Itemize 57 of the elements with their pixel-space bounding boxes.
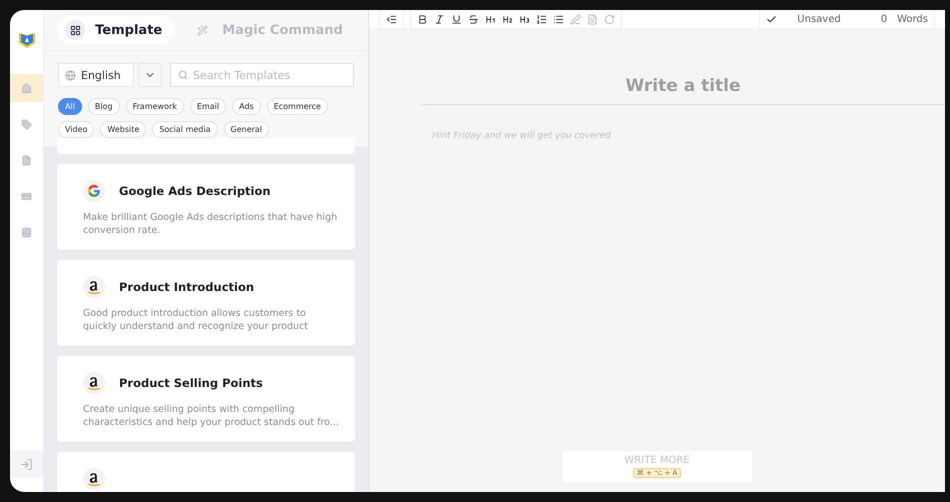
globe-icon bbox=[65, 70, 76, 80]
search-field[interactable]: Search Templates bbox=[170, 63, 354, 87]
words-label: Words bbox=[897, 14, 928, 24]
underline-icon[interactable] bbox=[451, 14, 462, 24]
category-chip[interactable]: Video bbox=[58, 121, 94, 138]
bold-icon[interactable] bbox=[417, 14, 428, 24]
template-description: Good product introduction allows customers to quickly understand and recognize your product bbox=[83, 307, 310, 333]
category-chip[interactable]: Ads bbox=[232, 98, 261, 115]
redo-icon[interactable] bbox=[604, 14, 615, 24]
category-chip[interactable]: Framework bbox=[126, 98, 184, 115]
pen-icon[interactable] bbox=[570, 14, 581, 24]
outdent-icon bbox=[386, 14, 397, 24]
category-chip[interactable]: Website bbox=[100, 121, 146, 138]
save-status: Unsaved bbox=[797, 14, 841, 24]
heading-3-icon[interactable] bbox=[519, 14, 530, 24]
amazon-logo-icon bbox=[87, 471, 101, 487]
category-chip[interactable]: Blog bbox=[88, 98, 120, 115]
bullet-list-icon[interactable] bbox=[553, 14, 564, 24]
grid-icon bbox=[70, 24, 81, 36]
amazon-logo-icon bbox=[87, 279, 101, 295]
template-title: Product Introduction bbox=[119, 280, 254, 294]
template-title: Google Ads Description bbox=[119, 184, 271, 198]
italic-icon[interactable] bbox=[434, 14, 445, 24]
template-card[interactable]: Product Selling Points Create unique selling points with compelling characteristics and help your product stands out fro... bbox=[57, 356, 355, 442]
template-description: Create unique selling points with compelling characteristics and help your product stands out fro... bbox=[83, 403, 340, 429]
template-card[interactable]: Product Introduction Good product introduction allows customers to quickly understand and recognize your product bbox=[57, 260, 355, 346]
shield-logo-icon bbox=[16, 30, 36, 50]
logout-button[interactable] bbox=[10, 450, 43, 478]
database-icon bbox=[21, 226, 32, 238]
category-chip[interactable]: Email bbox=[190, 98, 226, 115]
numbered-list-icon[interactable] bbox=[536, 14, 547, 24]
document-icon[interactable] bbox=[587, 14, 598, 24]
heading-2-icon[interactable] bbox=[502, 14, 513, 24]
check-icon bbox=[766, 14, 778, 24]
template-title: Product Selling Points bbox=[119, 376, 263, 390]
strikethrough-icon[interactable] bbox=[468, 14, 479, 24]
card-icon bbox=[21, 190, 32, 202]
template-card[interactable]: Google Ads Description Make brilliant Google Ads descriptions that have high conversion rate. bbox=[57, 164, 355, 250]
logout-icon bbox=[20, 458, 33, 470]
heading-1-icon[interactable] bbox=[485, 14, 496, 24]
template-description: Make brilliant Google Ads descriptions that have high conversion rate. bbox=[83, 211, 338, 237]
home-icon bbox=[21, 82, 32, 94]
wand-icon bbox=[196, 24, 208, 36]
google-logo-icon bbox=[87, 184, 101, 198]
amazon-logo-icon bbox=[87, 375, 101, 391]
nav-button[interactable] bbox=[10, 74, 43, 102]
panel-tab[interactable]: Template bbox=[57, 16, 174, 44]
language-select[interactable]: English bbox=[58, 63, 134, 87]
outdent-button[interactable] bbox=[379, 10, 404, 29]
tag-icon bbox=[21, 118, 32, 130]
dropdown-button[interactable] bbox=[138, 63, 162, 87]
category-chip[interactable]: Ecommerce bbox=[266, 98, 328, 115]
word-count: 0 bbox=[880, 14, 888, 24]
category-chip[interactable]: Social media bbox=[152, 121, 218, 138]
category-chip[interactable]: General bbox=[224, 121, 270, 138]
search-icon bbox=[178, 70, 188, 80]
file-icon bbox=[21, 154, 32, 166]
